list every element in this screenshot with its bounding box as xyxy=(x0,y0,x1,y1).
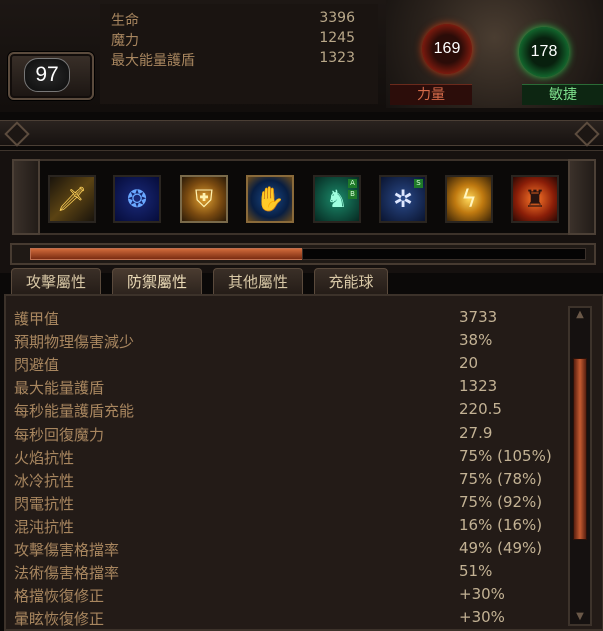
skill-slot-4[interactable]: ✋ xyxy=(246,175,294,223)
level-badge: 97 xyxy=(24,58,70,92)
stat-label: 閃電抗性 xyxy=(14,494,75,513)
fire-figure-icon: ♜ xyxy=(524,185,546,213)
skill-slot-5[interactable]: ♞ A B xyxy=(313,175,361,223)
stat-label: 攻擊傷害格擋率 xyxy=(14,541,120,559)
stat-label: 冰冷抗性 xyxy=(14,471,75,490)
tab-misc[interactable]: 其他屬性 xyxy=(213,268,303,295)
tab-offense[interactable]: 攻擊屬性 xyxy=(11,268,101,295)
stat-row: 攻擊傷害格擋率 49% (49%) xyxy=(14,537,564,560)
scroll-up-icon[interactable]: ▲ xyxy=(570,308,590,322)
divider-ornament xyxy=(4,121,30,147)
stat-value: 51% xyxy=(459,562,493,581)
skill-tag: S xyxy=(414,179,423,188)
stats-scrollbar[interactable]: ▲ ▼ xyxy=(568,306,592,626)
skill-slot-6[interactable]: ✲ S xyxy=(379,175,427,223)
core-stat-life: 生命 3396 xyxy=(111,10,355,30)
character-summary-panel: 97 生命 3396 魔力 1245 最大能量護盾 1323 169 178 力… xyxy=(0,0,603,112)
attribute-panel: 169 178 力量 敏捷 xyxy=(386,0,603,108)
stat-value: 20 xyxy=(459,354,479,373)
sword-icon: 🗡 xyxy=(56,185,88,213)
core-stat-energy-shield: 最大能量護盾 1323 xyxy=(111,50,355,70)
stat-label: 預期物理傷害減少 xyxy=(14,333,135,352)
stat-value: 16% (16%) xyxy=(459,515,543,534)
ornamental-divider xyxy=(0,120,603,147)
stat-value: 75% (78%) xyxy=(459,469,543,488)
stat-label: 閃避值 xyxy=(14,356,60,375)
stat-row: 每秒能量護盾充能 220.5 xyxy=(14,398,564,421)
skill-slot-3[interactable]: ⛨ xyxy=(180,175,228,223)
stat-label: 每秒回復魔力 xyxy=(14,425,105,444)
stat-value: 220.5 xyxy=(459,400,502,419)
stat-value: 38% xyxy=(459,331,493,350)
tab-defense[interactable]: 防禦屬性 xyxy=(112,268,202,295)
stat-label: 護甲值 xyxy=(14,310,60,328)
stat-value: 1323 xyxy=(459,377,498,396)
dexterity-label: 敏捷 xyxy=(522,84,603,105)
skill-slot-7[interactable]: ϟ xyxy=(445,175,493,223)
stat-label: 格擋恢復修正 xyxy=(14,587,105,606)
stat-value: 75% (105%) xyxy=(459,446,552,465)
skill-slot-8[interactable]: ♜ xyxy=(511,175,559,223)
stat-label: 混沌抗性 xyxy=(14,517,75,536)
strength-label: 力量 xyxy=(390,84,472,105)
stat-row: 護甲值 3733 xyxy=(14,306,564,329)
defense-stats-panel: 護甲值 3733 預期物理傷害減少 38% 閃避值 20 最大能量護盾 1323 每秒能量護盾充… xyxy=(4,294,603,631)
core-stat-label: 生命 xyxy=(111,13,139,29)
stat-label: 法術傷害格擋率 xyxy=(14,564,120,583)
stat-value: +30% xyxy=(459,608,505,627)
skill-bar-left-cap xyxy=(12,159,40,235)
stat-value: 75% (92%) xyxy=(459,492,543,511)
stat-row: 最大能量護盾 1323 xyxy=(14,375,564,398)
skill-tag: A xyxy=(348,179,357,188)
stat-label: 火焰抗性 xyxy=(14,448,75,467)
stat-row: 預期物理傷害減少 38% xyxy=(14,329,564,352)
skill-slot-2[interactable]: ❂ xyxy=(113,175,161,223)
skill-tag: B xyxy=(348,190,357,199)
stat-row: 每秒回復魔力 27.9 xyxy=(14,422,564,445)
stat-row: 格擋恢復修正 +30% xyxy=(14,583,564,606)
golden-shield-icon: ⛨ xyxy=(195,185,213,213)
core-stat-value: 3396 xyxy=(319,10,355,26)
stat-row: 法術傷害格擋率 51% xyxy=(14,560,564,583)
divider-ornament xyxy=(574,121,600,147)
stat-row: 冰冷抗性 75% (78%) xyxy=(14,468,564,491)
level-frame: 97 xyxy=(8,52,94,100)
core-stat-label: 最大能量護盾 xyxy=(111,53,195,69)
strength-orb: 169 xyxy=(422,24,472,74)
dexterity-orb: 178 xyxy=(519,27,569,77)
stat-value: 3733 xyxy=(459,308,498,326)
stat-value: 27.9 xyxy=(459,423,493,442)
stat-label: 最大能量護盾 xyxy=(14,379,105,398)
core-stat-label: 魔力 xyxy=(111,33,139,49)
stat-value: +30% xyxy=(459,585,505,604)
skill-bar-right-cap xyxy=(568,159,596,235)
experience-bar xyxy=(10,243,596,265)
stat-row: 閃避值 20 xyxy=(14,352,564,375)
stat-label: 每秒能量護盾充能 xyxy=(14,402,135,421)
skills-panel: 🗡 ❂ ⛨ ✋ ♞ A B ✲ S ϟ ♜ xyxy=(0,150,603,273)
core-stat-value: 1323 xyxy=(319,50,355,66)
stat-row: 閃電抗性 75% (92%) xyxy=(14,491,564,514)
scroll-thumb[interactable] xyxy=(573,358,587,540)
tab-charges[interactable]: 充能球 xyxy=(314,268,388,295)
stat-row: 火焰抗性 75% (105%) xyxy=(14,445,564,468)
stat-label: 暈眩恢復修正 xyxy=(14,610,105,629)
core-stat-mana: 魔力 1245 xyxy=(111,30,355,50)
blue-rune-icon: ❂ xyxy=(126,185,148,213)
experience-bar-track xyxy=(302,248,586,260)
stat-row: 暈眩恢復修正 +30% xyxy=(14,606,564,629)
lightning-arc-icon: ϟ xyxy=(461,185,477,213)
skill-bar: 🗡 ❂ ⛨ ✋ ♞ A B ✲ S ϟ ♜ xyxy=(12,159,596,235)
experience-bar-fill xyxy=(30,248,306,260)
stat-row: 混沌抗性 16% (16%) xyxy=(14,514,564,537)
core-stats: 生命 3396 魔力 1245 最大能量護盾 1323 xyxy=(100,4,378,104)
blue-hand-icon: ✋ xyxy=(255,185,285,213)
stat-value: 49% (49%) xyxy=(459,539,543,557)
skill-slot-1[interactable]: 🗡 xyxy=(48,175,96,223)
scroll-down-icon[interactable]: ▼ xyxy=(570,610,590,624)
core-stat-value: 1245 xyxy=(319,30,355,46)
